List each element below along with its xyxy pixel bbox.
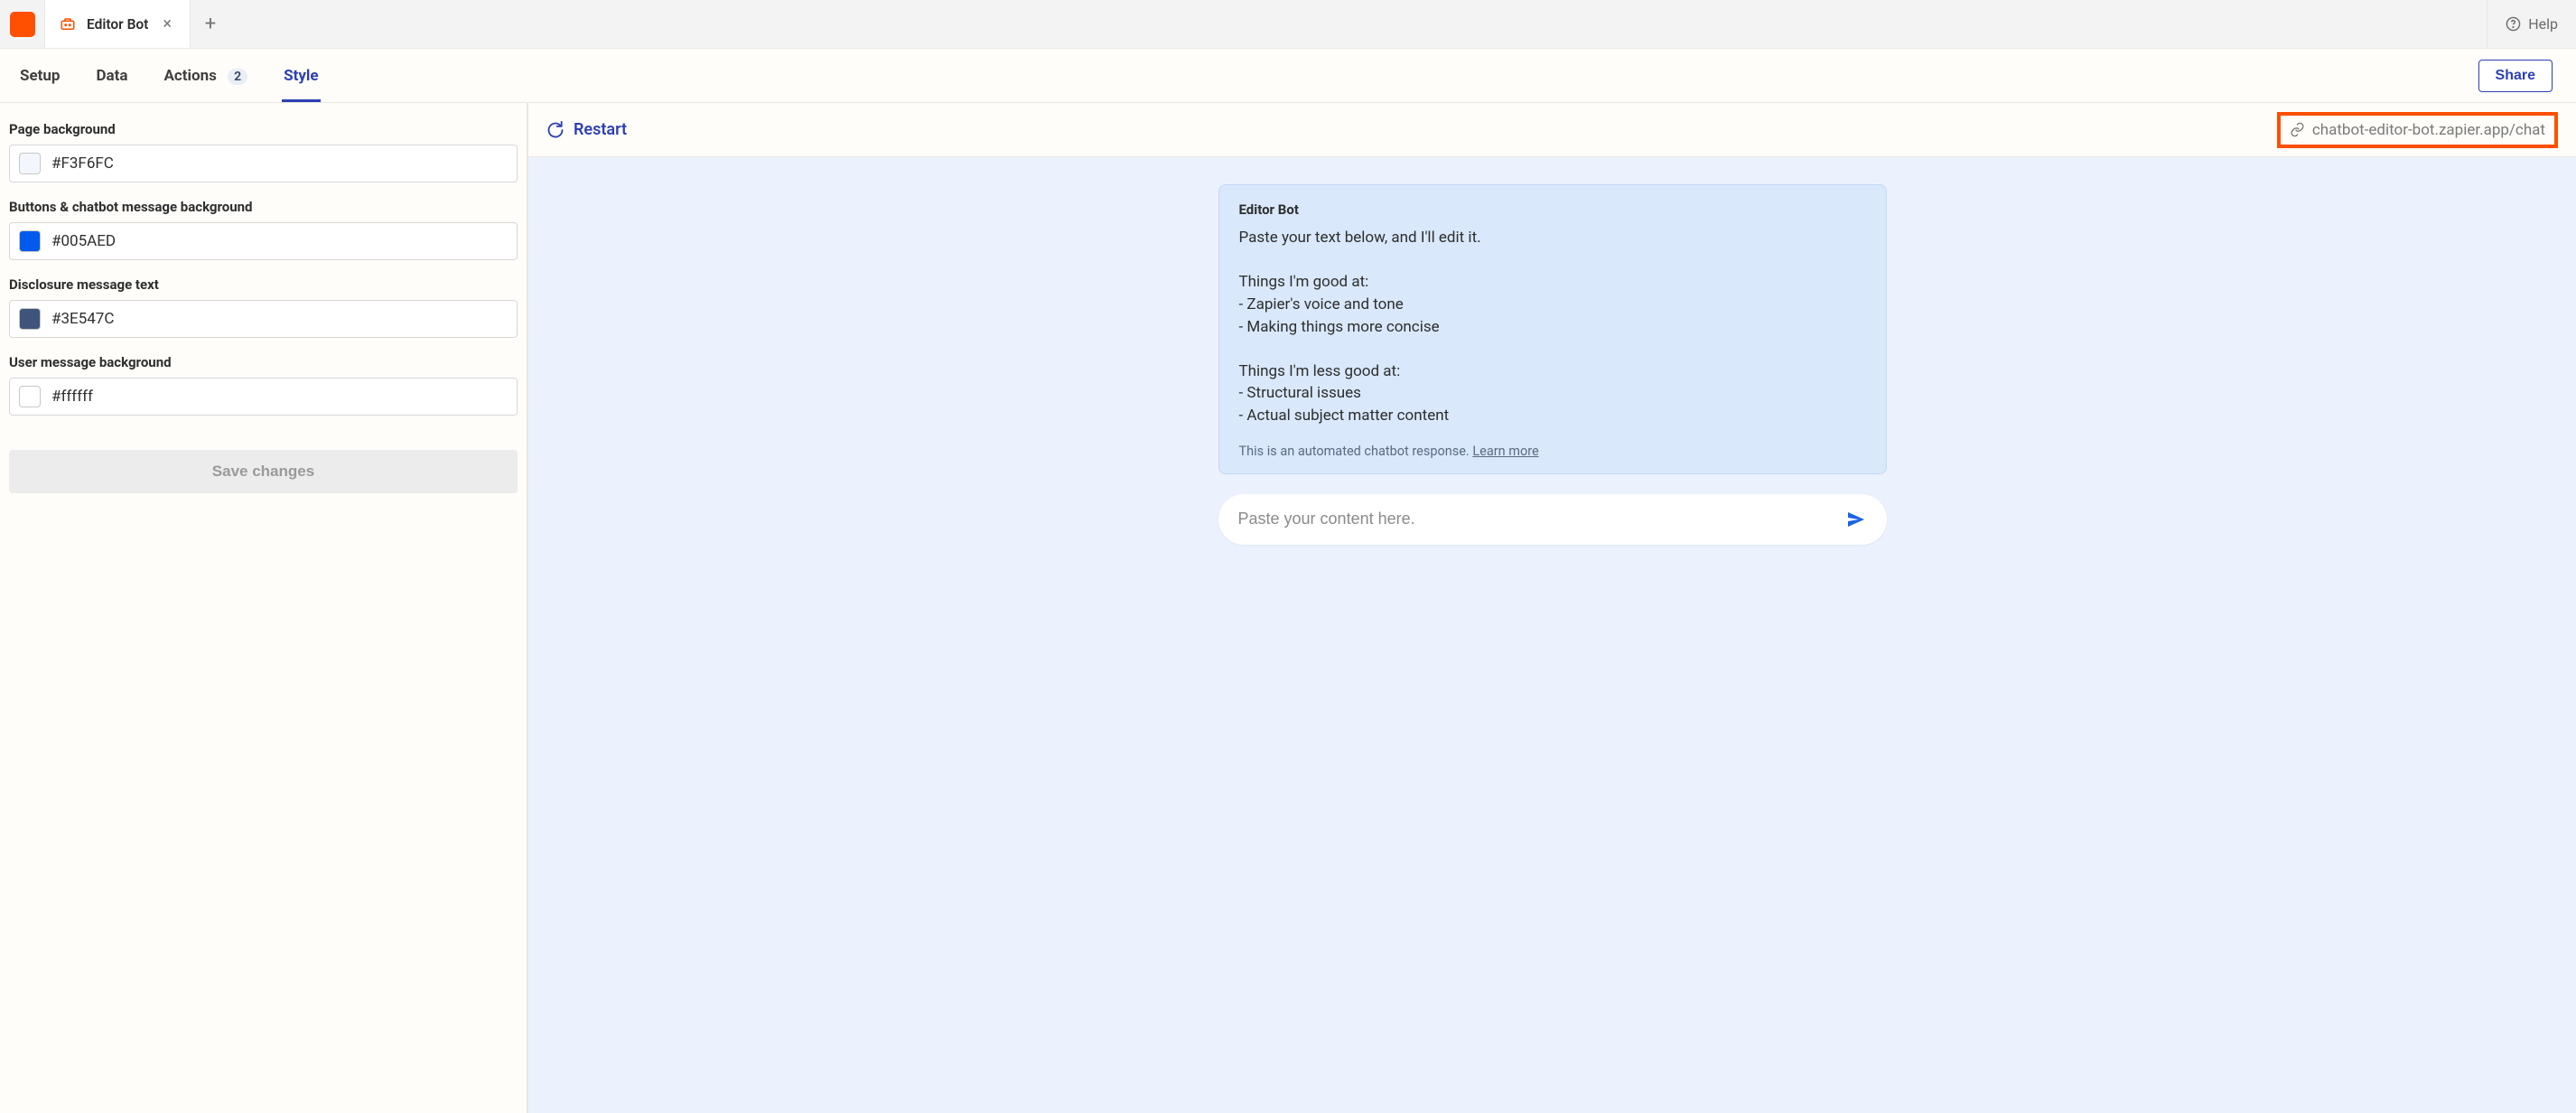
tab-editor-bot[interactable]: Editor Bot × xyxy=(45,0,191,48)
top-tab-bar: Editor Bot × + Help xyxy=(0,0,2576,49)
help-button[interactable]: Help xyxy=(2487,0,2576,48)
send-button[interactable] xyxy=(1845,509,1867,530)
buttons-bg-input[interactable]: #005AED xyxy=(9,222,518,260)
buttons-bg-label: Buttons & chatbot message background xyxy=(9,199,518,215)
preview-pane: Restart chatbot-editor-bot.zapier.app/ch… xyxy=(528,103,2576,1113)
disclosure-label: Disclosure message text xyxy=(9,276,518,293)
bot-name: Editor Bot xyxy=(1239,201,1866,218)
user-bg-value: #ffffff xyxy=(51,388,93,406)
tab-setup[interactable]: Setup xyxy=(18,51,61,101)
share-button[interactable]: Share xyxy=(2478,60,2553,92)
chat-preview: Editor Bot Paste your text below, and I'… xyxy=(528,157,2576,1113)
disclosure-input[interactable]: #3E547C xyxy=(9,300,518,338)
add-tab-button[interactable]: + xyxy=(191,0,230,48)
preview-toolbar: Restart chatbot-editor-bot.zapier.app/ch… xyxy=(528,103,2576,157)
tab-actions[interactable]: Actions 2 xyxy=(162,51,249,101)
page-bg-swatch[interactable] xyxy=(19,153,41,174)
learn-more-link[interactable]: Learn more xyxy=(1472,444,1538,459)
chat-input-bar xyxy=(1218,494,1887,545)
disclosure-text: This is an automated chatbot response. L… xyxy=(1239,444,1866,459)
disclosure-prefix: This is an automated chatbot response. xyxy=(1239,444,1473,459)
restart-icon xyxy=(546,121,565,139)
buttons-bg-value: #005AED xyxy=(51,232,116,250)
sub-nav: Setup Data Actions 2 Style Share xyxy=(0,49,2576,103)
user-bg-swatch[interactable] xyxy=(19,386,41,407)
share-url-text: chatbot-editor-bot.zapier.app/chat xyxy=(2312,121,2545,139)
send-icon xyxy=(1845,509,1867,530)
tab-actions-label: Actions xyxy=(163,67,216,85)
user-bg-input[interactable]: #ffffff xyxy=(9,378,518,416)
user-bg-label: User message background xyxy=(9,354,518,370)
page-bg-input[interactable]: #F3F6FC xyxy=(9,145,518,182)
tab-title: Editor Bot xyxy=(87,16,148,33)
save-changes-button[interactable]: Save changes xyxy=(9,450,518,493)
disclosure-swatch[interactable] xyxy=(19,308,41,330)
style-panel: Page background #F3F6FC Buttons & chatbo… xyxy=(0,103,528,1113)
restart-label: Restart xyxy=(574,120,627,139)
bot-message-text: Paste your text below, and I'll edit it.… xyxy=(1239,227,1866,427)
share-url-chip[interactable]: chatbot-editor-bot.zapier.app/chat xyxy=(2277,112,2558,148)
tab-style[interactable]: Style xyxy=(282,51,320,101)
link-icon xyxy=(2290,122,2305,137)
bot-message-card: Editor Bot Paste your text below, and I'… xyxy=(1218,184,1887,474)
chatbot-icon xyxy=(60,16,76,33)
actions-count-badge: 2 xyxy=(228,69,247,85)
page-bg-label: Page background xyxy=(9,121,518,137)
help-icon xyxy=(2506,16,2521,32)
restart-button[interactable]: Restart xyxy=(546,120,627,139)
page-bg-value: #F3F6FC xyxy=(51,154,114,173)
zapier-logo-icon xyxy=(10,12,35,37)
buttons-bg-swatch[interactable] xyxy=(19,230,41,252)
tab-data[interactable]: Data xyxy=(94,51,129,101)
app-logo[interactable] xyxy=(0,0,45,48)
chat-input[interactable] xyxy=(1238,510,1845,528)
close-icon[interactable]: × xyxy=(159,13,175,35)
disclosure-value: #3E547C xyxy=(51,310,114,328)
help-label: Help xyxy=(2528,15,2558,33)
